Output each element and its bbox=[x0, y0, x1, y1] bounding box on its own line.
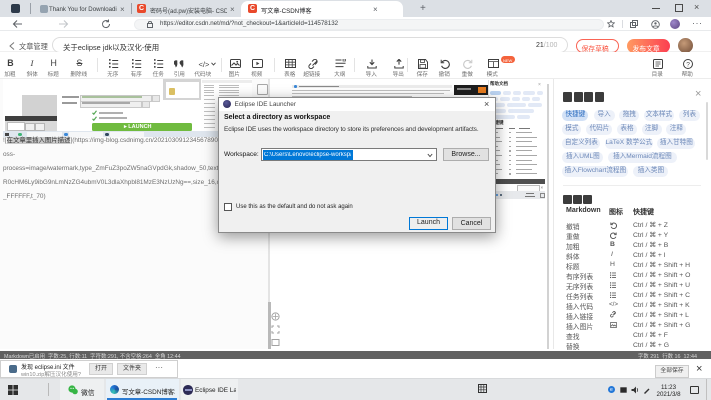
svg-text:?: ? bbox=[686, 61, 690, 68]
